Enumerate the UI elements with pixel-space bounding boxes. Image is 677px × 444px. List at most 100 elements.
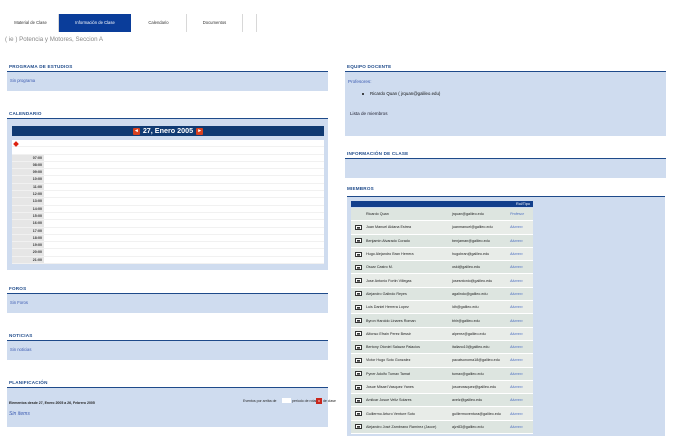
- member-email[interactable]: italiano10@galileo.edu: [452, 345, 510, 349]
- hour-label: 12:00: [12, 191, 44, 198]
- hour-slot[interactable]: [44, 191, 324, 198]
- eventos-text-b: periodo de rotación de clase: [292, 399, 336, 403]
- member-name: Josue Misael Vasquez Yanes: [366, 385, 414, 389]
- hour-slot[interactable]: [44, 169, 324, 176]
- hour-slot[interactable]: [44, 205, 324, 212]
- member-name: Juan Manuel Aldana Estrea: [366, 225, 412, 230]
- table-row: Hugo Alejandro Bran Herrera hugobran@gali…: [351, 247, 533, 262]
- message-icon[interactable]: [355, 384, 362, 390]
- member-email[interactable]: josesntonio@galileo.edu: [452, 279, 510, 283]
- message-icon[interactable]: [355, 278, 362, 284]
- table-row: Alejandro Galindo Reyes agalindo@galileo.…: [351, 287, 533, 302]
- member-email[interactable]: avelz@galileo.edu: [452, 398, 510, 402]
- message-icon[interactable]: [355, 397, 362, 403]
- hour-label: 13:00: [12, 198, 44, 205]
- member-email[interactable]: ajzr83@galileo.edu: [452, 425, 510, 429]
- member-email[interactable]: guillermoventura@galileo.edu: [452, 412, 510, 416]
- hour-label: 10:00: [12, 176, 44, 183]
- bullet-icon: [362, 92, 364, 95]
- message-icon[interactable]: [355, 357, 362, 363]
- hour-slot[interactable]: [44, 140, 324, 147]
- table-row: Alfonso Efrain Perez Bessir alperez@galil…: [351, 327, 533, 341]
- professor-name: Ricardo Quan ( jrquan@galileo.edu): [370, 91, 441, 96]
- message-icon[interactable]: [355, 318, 362, 324]
- message-icon[interactable]: [355, 411, 362, 417]
- eventos-input[interactable]: [282, 398, 291, 403]
- table-row: Bertony Otoniel Salazar Palacios italiano…: [351, 340, 533, 355]
- programa-link[interactable]: Sin programa: [10, 78, 35, 83]
- hour-slot[interactable]: [44, 256, 324, 264]
- noticias-link[interactable]: Sin noticias: [10, 347, 31, 352]
- table-row: Luis Daniel Herrera Lopez ldh@galileo.edu…: [351, 301, 533, 315]
- hour-slot[interactable]: [44, 161, 324, 169]
- lista-miembros-link[interactable]: Lista de miembros: [350, 111, 388, 116]
- row-icon-cell: [351, 291, 366, 297]
- member-name: Byron Haroldo Linares Roman: [366, 318, 416, 323]
- hour-label: 15:00: [12, 212, 44, 220]
- member-email[interactable]: juanmanuel@galileo.edu: [452, 225, 510, 229]
- member-email[interactable]: agalindo@galileo.edu: [452, 292, 510, 296]
- member-email[interactable]: alperez@galileo.edu: [452, 332, 510, 336]
- member-email[interactable]: pacatsonoma18@galileo.edu: [452, 358, 510, 362]
- row-icon-cell: [351, 264, 366, 270]
- tab-informacion[interactable]: Información de Clase: [59, 14, 131, 32]
- member-email[interactable]: oski@galileo.edu: [452, 265, 510, 269]
- professor-item[interactable]: Ricardo Quan ( jrquan@galileo.edu): [362, 91, 440, 96]
- hour-slot[interactable]: [44, 183, 324, 191]
- message-icon[interactable]: [355, 264, 362, 270]
- tab-documentos[interactable]: Documentos: [187, 14, 243, 32]
- hour-slot[interactable]: [44, 154, 324, 161]
- message-icon[interactable]: [355, 371, 362, 377]
- message-icon[interactable]: [355, 291, 362, 297]
- hour-slot[interactable]: [44, 242, 324, 249]
- equipo-panel: [345, 71, 666, 136]
- member-name: Hugo Alejandro Bran Herrera: [366, 252, 414, 257]
- table-row: Victor Hugo Soto Gonzalez pacatsonoma18@g…: [351, 354, 533, 368]
- close-icon[interactable]: x: [316, 398, 322, 404]
- hour-slot[interactable]: [44, 176, 324, 183]
- member-email[interactable]: jrquan@galileo.edu: [452, 212, 510, 216]
- foros-link[interactable]: Sin Foros: [10, 300, 28, 305]
- tab-extra[interactable]: [243, 14, 257, 32]
- member-email[interactable]: bhlr@galileo.edu: [452, 319, 510, 323]
- message-icon[interactable]: [355, 344, 362, 350]
- hour-label: 21:00: [12, 256, 44, 264]
- tab-calendario[interactable]: Calendario: [131, 14, 187, 32]
- row-icon-cell: [351, 371, 366, 377]
- message-icon[interactable]: [355, 424, 362, 430]
- hour-slot[interactable]: [44, 220, 324, 227]
- calendar-date: 27, Enero 2005: [142, 126, 194, 135]
- hour-slot[interactable]: [44, 212, 324, 220]
- member-role: Profesor: [510, 212, 524, 217]
- member-email[interactable]: tumax@galileo.edu: [452, 372, 510, 376]
- member-role: Alumno: [510, 265, 523, 270]
- member-email[interactable]: josuevasquez@galileo.edu: [452, 385, 510, 389]
- member-name: Alejandro José Zambrano Ramírez (Jacce): [366, 424, 437, 429]
- next-day-icon[interactable]: ►: [196, 127, 204, 135]
- programa-header: PROGRAMA DE ESTUDIOS: [9, 64, 73, 69]
- table-row: Byron Haroldo Linares Roman bhlr@galileo.…: [351, 314, 533, 328]
- hour-slot[interactable]: [44, 198, 324, 205]
- hour-slot[interactable]: [44, 147, 324, 154]
- message-icon[interactable]: [355, 238, 362, 244]
- hour-slot[interactable]: [44, 227, 324, 234]
- member-email[interactable]: benjaman@galileo.edu: [452, 239, 510, 243]
- member-role: Alumno: [510, 411, 523, 416]
- table-row: Pyner Adolfo Tumax Tamat tumax@galileo.ed…: [351, 367, 533, 381]
- row-icon-cell: [351, 384, 366, 390]
- message-icon[interactable]: [355, 224, 362, 230]
- hour-slot[interactable]: [44, 234, 324, 242]
- message-icon[interactable]: [355, 251, 362, 257]
- prev-day-icon[interactable]: ◄: [132, 127, 140, 135]
- message-icon[interactable]: [355, 304, 362, 310]
- hour-slot[interactable]: [44, 249, 324, 256]
- member-role: Alumno: [510, 371, 523, 376]
- planificacion-empty: Sin ítems: [9, 411, 30, 417]
- table-row: Amilcar Josue Veliz Solares avelz@galileo…: [351, 394, 533, 408]
- info-header: INFORMACIÓN DE CLASE: [347, 151, 409, 156]
- member-email[interactable]: ldh@galileo.edu: [452, 305, 510, 309]
- member-email[interactable]: hugobran@galileo.edu: [452, 252, 510, 256]
- message-icon[interactable]: [355, 331, 362, 337]
- row-icon-cell: [351, 331, 366, 337]
- tab-material[interactable]: Material de Clase: [3, 14, 59, 32]
